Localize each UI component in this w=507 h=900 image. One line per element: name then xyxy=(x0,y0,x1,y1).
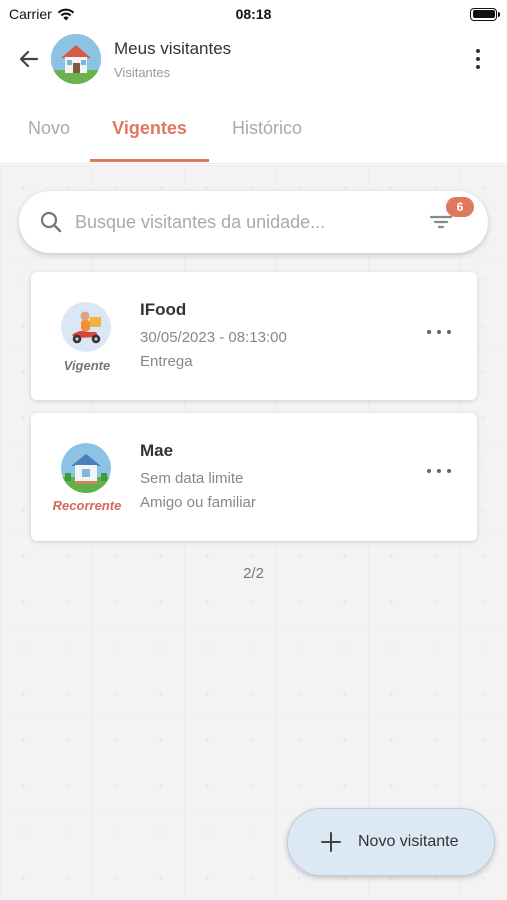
visitor-type: Amigo ou familiar xyxy=(140,494,256,511)
search-icon xyxy=(40,211,62,233)
more-horizontal-icon xyxy=(427,469,431,473)
visitor-avatar xyxy=(61,443,111,493)
visitor-card[interactable]: Vigente IFood 30/05/2023 - 08:13:00 Entr… xyxy=(31,272,477,400)
card-more-button[interactable] xyxy=(427,322,451,342)
carrier-label: Carrier xyxy=(9,6,52,22)
tab-novo[interactable]: Novo xyxy=(26,100,72,162)
house-icon xyxy=(61,443,111,493)
card-more-button[interactable] xyxy=(427,461,451,481)
house-icon xyxy=(51,34,101,84)
visitor-card[interactable]: Recorrente Mae Sem data limite Amigo ou … xyxy=(31,413,477,541)
visitor-avatar xyxy=(61,302,111,352)
tab-bar: Novo Vigentes Histórico xyxy=(0,100,507,164)
visitor-status: Vigente xyxy=(63,358,111,373)
filter-count-badge: 6 xyxy=(446,197,474,217)
more-options-button[interactable] xyxy=(463,39,493,79)
more-horizontal-icon xyxy=(427,330,431,334)
visitor-name: Mae xyxy=(140,441,174,460)
page-title: Meus visitantes xyxy=(114,38,232,58)
clock: 08:18 xyxy=(235,6,272,22)
unit-avatar xyxy=(51,34,101,84)
delivery-icon xyxy=(61,302,111,352)
visitor-name: IFood xyxy=(140,300,187,319)
search-bar: 6 xyxy=(19,191,488,253)
plus-icon xyxy=(321,832,341,852)
new-visitor-label: Novo visitante xyxy=(358,833,459,850)
tab-historico[interactable]: Histórico xyxy=(229,100,305,162)
content-area: 6 Vigente IFood 30/05/2023 - 08:13:00 En… xyxy=(0,165,507,900)
tab-vigentes[interactable]: Vigentes xyxy=(90,100,209,162)
visitor-date-limit: Sem data limite xyxy=(140,470,244,487)
new-visitor-button[interactable]: Novo visitante xyxy=(287,808,495,876)
page-subtitle: Visitantes xyxy=(114,64,171,80)
arrow-left-icon xyxy=(19,50,39,68)
page-indicator: 2/2 xyxy=(243,565,264,582)
battery-icon xyxy=(470,7,500,21)
wifi-icon xyxy=(57,8,74,20)
status-bar: Carrier 08:18 xyxy=(0,0,507,28)
back-button[interactable] xyxy=(11,41,47,77)
search-input[interactable] xyxy=(75,211,405,233)
app-header: Meus visitantes Visitantes xyxy=(0,28,507,90)
visitor-status: Recorrente xyxy=(52,498,122,513)
more-vertical-icon xyxy=(476,49,480,53)
visitor-type: Entrega xyxy=(140,353,193,370)
visitor-datetime: 30/05/2023 - 08:13:00 xyxy=(140,329,287,346)
